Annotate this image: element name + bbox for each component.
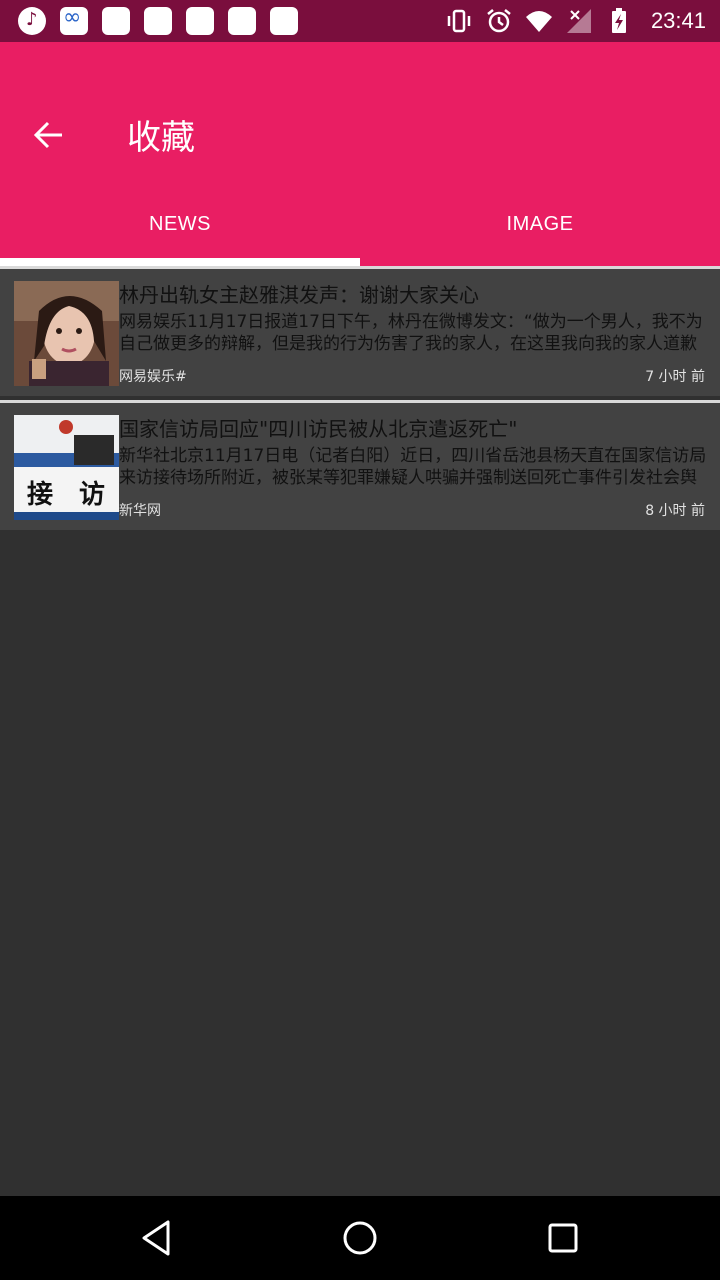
- news-thumbnail: [14, 281, 119, 386]
- news-headline: 林丹出轨女主赵雅淇发声：谢谢大家关心: [119, 283, 479, 307]
- news-meta: 网易娱乐# 7 小时 前: [119, 364, 709, 386]
- app-bar: 收藏 NEWS IMAGE: [0, 42, 720, 266]
- no-signal-icon: [566, 9, 591, 33]
- app-icon: [144, 7, 172, 35]
- news-time: 7 小时 前: [645, 369, 705, 385]
- battery-charging-icon: [611, 8, 626, 33]
- baidu-cloud-icon: [60, 5, 88, 35]
- recents-square-icon[interactable]: [543, 1218, 583, 1258]
- tab-image[interactable]: IMAGE: [360, 192, 720, 266]
- news-summary: 新华社北京11月17日电（记者白阳）近日，四川省岳池县杨天直在国家信访局来访接待…: [119, 446, 707, 488]
- notification-icons: [18, 5, 298, 35]
- news-source: 网易娱乐#: [119, 369, 187, 385]
- news-text: 林丹出轨女主赵雅淇发声：谢谢大家关心 网易娱乐11月17日报道17日下午，林丹在…: [119, 281, 709, 386]
- clock: 23:41: [650, 8, 706, 33]
- news-meta: 新华网 8 小时 前: [119, 498, 709, 520]
- news-time: 8 小时 前: [645, 503, 705, 519]
- back-triangle-icon[interactable]: [138, 1218, 178, 1258]
- vibrate-icon: [447, 9, 471, 33]
- news-thumbnail: 接 访: [14, 415, 119, 520]
- app-icon: [102, 7, 130, 35]
- favorites-list: 林丹出轨女主赵雅淇发声：谢谢大家关心 网易娱乐11月17日报道17日下午，林丹在…: [0, 266, 720, 534]
- app-icon: [228, 7, 256, 35]
- list-item[interactable]: 接 访 国家信访局回应"四川访民被从北京遣返死亡" 新华社北京11月17日电（记…: [0, 400, 720, 530]
- page-title: 收藏: [127, 118, 195, 158]
- arrow-back-icon[interactable]: [26, 112, 72, 158]
- system-icons: 23:41: [445, 7, 706, 35]
- home-circle-icon[interactable]: [340, 1218, 380, 1258]
- news-headline: 国家信访局回应"四川访民被从北京遣返死亡": [119, 417, 518, 441]
- tab-bar: NEWS IMAGE: [0, 192, 720, 266]
- alarm-icon: [487, 9, 511, 33]
- wifi-icon: [525, 11, 552, 32]
- sign-text: 接 访: [27, 480, 105, 510]
- navigation-bar: [0, 1196, 720, 1280]
- tab-indicator: [0, 258, 360, 266]
- news-summary: 网易娱乐11月17日报道17日下午，林丹在微博发文：“做为一个男人，我不为自己做…: [119, 312, 703, 354]
- news-source: 新华网: [119, 503, 161, 519]
- tab-news[interactable]: NEWS: [0, 192, 360, 266]
- status-bar: 23:41: [0, 0, 720, 42]
- music-icon: [18, 7, 46, 35]
- app-icon: [186, 7, 214, 35]
- list-item[interactable]: 林丹出轨女主赵雅淇发声：谢谢大家关心 网易娱乐11月17日报道17日下午，林丹在…: [0, 266, 720, 396]
- app-icon: [270, 7, 298, 35]
- news-text: 国家信访局回应"四川访民被从北京遣返死亡" 新华社北京11月17日电（记者白阳）…: [119, 415, 709, 520]
